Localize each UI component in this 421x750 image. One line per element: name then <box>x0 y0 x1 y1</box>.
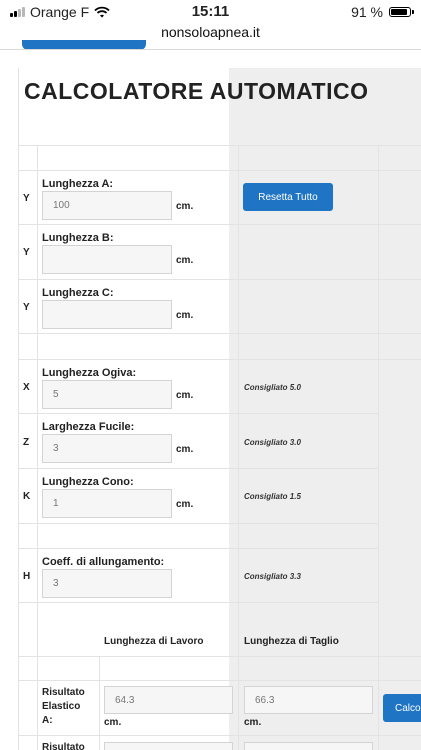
divider <box>18 359 421 360</box>
hint-fucile: Consigliato 3.0 <box>244 438 301 447</box>
divider <box>18 548 378 549</box>
result-a-label-line1: Risultato <box>42 687 85 698</box>
label-larghezza-fucile: Larghezza Fucile: <box>42 421 135 433</box>
lunghezza-c-input[interactable] <box>42 300 172 329</box>
calcola-button[interactable]: Calcola <box>383 694 421 722</box>
column-line <box>37 145 38 750</box>
divider <box>18 468 378 469</box>
divider <box>18 224 421 225</box>
battery-icon <box>389 7 414 17</box>
divider <box>18 145 421 146</box>
page-title: CALCOLATORE AUTOMATICO <box>24 78 369 104</box>
column-line <box>238 145 239 750</box>
row-code: X <box>23 382 30 393</box>
result-a-taglio[interactable]: 66.3 <box>244 686 373 714</box>
row-code: K <box>23 491 31 502</box>
status-bar: Orange F 15:11 91 % <box>0 0 421 22</box>
divider <box>18 602 378 603</box>
result-b-taglio[interactable] <box>244 742 373 750</box>
row-code: H <box>23 571 31 582</box>
lunghezza-cono-input[interactable]: 1 <box>42 489 172 518</box>
result-a-label-line3: A: <box>42 715 53 726</box>
hint-ogiva: Consigliato 5.0 <box>244 383 301 392</box>
reset-button[interactable]: Resetta Tutto <box>243 183 333 211</box>
result-a-lavoro[interactable]: 64.3 <box>104 686 233 714</box>
row-code: Y <box>23 247 30 258</box>
label-lunghezza-c: Lunghezza C: <box>42 287 114 299</box>
result-b-label: Risultato <box>42 742 85 750</box>
label-lunghezza-a: Lunghezza A: <box>42 178 114 190</box>
divider <box>18 656 421 657</box>
coeff-allungamento-input[interactable]: 3 <box>42 569 172 598</box>
divider <box>18 170 421 171</box>
divider <box>18 279 421 280</box>
lunghezza-a-input[interactable]: 100 <box>42 191 172 220</box>
result-a-label-line2: Elastico <box>42 701 81 712</box>
larghezza-fucile-input[interactable]: 3 <box>42 434 172 463</box>
unit-label: cm. <box>176 201 194 212</box>
result-a-label: Risultato Elastico A: <box>42 686 85 728</box>
col-lunghezza-taglio: Lunghezza di Taglio <box>244 636 339 647</box>
hint-coeff: Consigliato 3.3 <box>244 572 301 581</box>
label-lunghezza-cono: Lunghezza Cono: <box>42 476 134 488</box>
url-bar[interactable]: nonsoloapnea.it <box>0 24 421 40</box>
unit-label: cm. <box>104 717 122 728</box>
divider <box>18 333 421 334</box>
divider <box>18 735 421 736</box>
result-b-lavoro[interactable] <box>104 742 233 750</box>
row-code: Z <box>23 437 30 448</box>
unit-label: cm. <box>176 255 194 266</box>
hint-cono: Consigliato 1.5 <box>244 492 301 501</box>
row-code: Y <box>23 193 30 204</box>
divider <box>18 680 421 681</box>
label-coeff-allungamento: Coeff. di allungamento: <box>42 556 165 568</box>
column-line <box>378 145 379 750</box>
unit-label: cm. <box>176 390 194 401</box>
page-content: CALCOLATORE AUTOMATICO Y Lunghezza A: 10… <box>0 50 421 750</box>
column-line <box>99 656 100 750</box>
battery-percent: 91 % <box>351 4 383 20</box>
divider <box>18 523 378 524</box>
unit-label: cm. <box>176 499 194 510</box>
status-right: 91 % <box>351 4 414 20</box>
lunghezza-b-input[interactable] <box>42 245 172 274</box>
label-lunghezza-ogiva: Lunghezza Ogiva: <box>42 367 137 379</box>
label-lunghezza-b: Lunghezza B: <box>42 232 114 244</box>
lunghezza-ogiva-input[interactable]: 5 <box>42 380 172 409</box>
unit-label: cm. <box>176 444 194 455</box>
unit-label: cm. <box>244 717 262 728</box>
col-lunghezza-lavoro: Lunghezza di Lavoro <box>104 636 204 647</box>
unit-label: cm. <box>176 310 194 321</box>
divider <box>18 413 378 414</box>
row-code: Y <box>23 302 30 313</box>
